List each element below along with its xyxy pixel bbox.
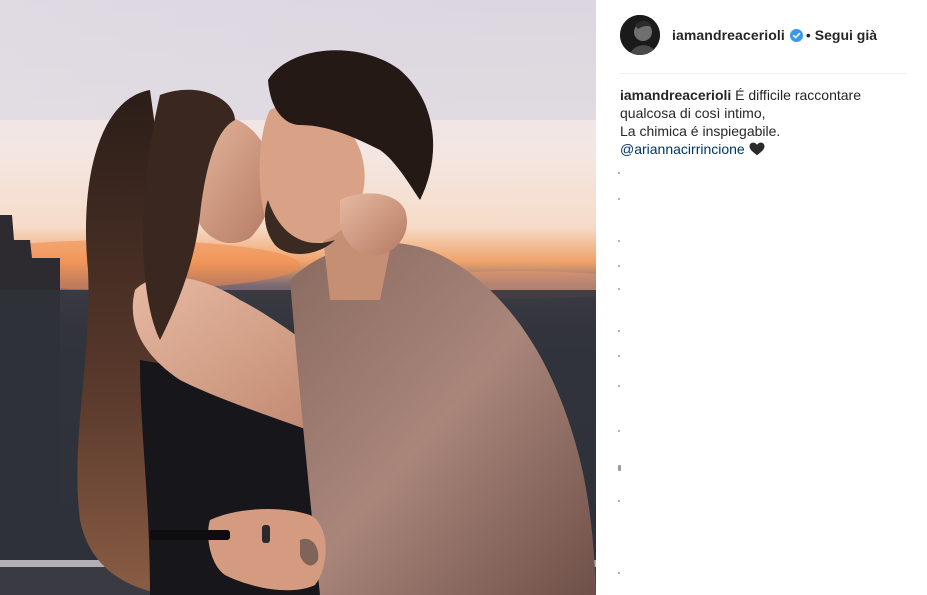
author-username[interactable]: iamandreacerioli [672, 27, 785, 43]
caption-username[interactable]: iamandreacerioli [620, 87, 731, 103]
black-heart-icon [749, 142, 765, 156]
post-photo[interactable] [0, 0, 596, 595]
header-divider [620, 73, 907, 74]
caption-line-2: qualcosa di così intimo, [620, 105, 766, 121]
caption-line-1: iamandreacerioli É difficile raccontare [620, 86, 910, 104]
header-separator: • [805, 27, 811, 43]
photo-image [0, 0, 596, 595]
instagram-post: iamandreacerioli • Segui già iamandreace… [0, 0, 927, 595]
avatar-image [620, 15, 660, 55]
caption-mention-link[interactable]: @ariannacirrincione [620, 141, 745, 157]
verified-badge-icon [789, 28, 803, 42]
avatar[interactable] [620, 15, 660, 55]
following-button[interactable]: Segui già [815, 27, 877, 43]
caption-text-1: É difficile raccontare [735, 87, 861, 103]
caption-line-3: La chimica é inspiegabile. [620, 123, 781, 139]
post-caption: iamandreacerioli É difficile raccontare … [620, 86, 910, 158]
post-header: iamandreacerioli • Segui già [620, 15, 877, 55]
scroll-edge-marks [618, 170, 621, 590]
caption-line-4: @ariannacirrincione [620, 140, 910, 158]
post-sidebar: iamandreacerioli • Segui già iamandreace… [596, 0, 927, 595]
